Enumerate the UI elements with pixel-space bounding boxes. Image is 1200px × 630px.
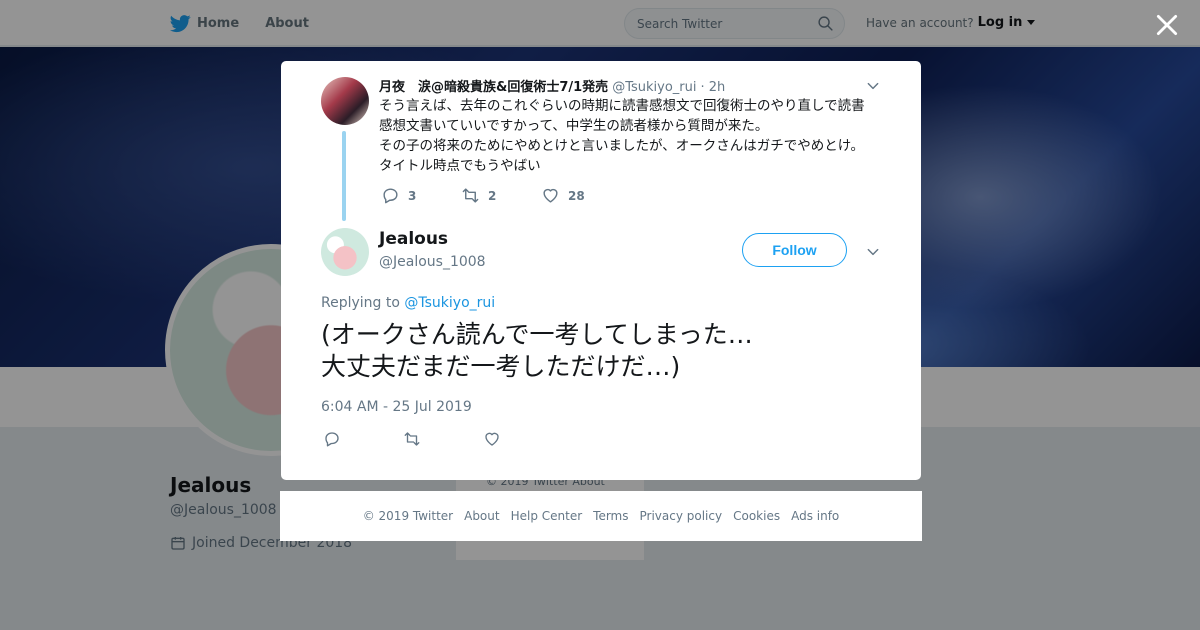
main-retweet-button[interactable] (403, 430, 483, 448)
main-tweet-actions (323, 430, 563, 448)
footer-about-link[interactable]: About (464, 509, 499, 523)
tweet-modal: 月夜 涙@暗殺貴族&回復術士7/1発売 @Tsukiyo_rui · 2h そう… (281, 61, 921, 480)
main-reply-button[interactable] (323, 430, 403, 448)
heart-icon (543, 188, 558, 203)
replying-mention-link[interactable]: @Tsukiyo_rui (404, 295, 495, 311)
parent-reply-count: 3 (408, 188, 417, 203)
follow-button[interactable]: Follow (742, 233, 847, 267)
parent-reply-button[interactable]: 3 (381, 186, 461, 205)
footer-privacy-link[interactable]: Privacy policy (640, 509, 723, 523)
reply-icon (325, 432, 339, 447)
parent-tweet-header: 月夜 涙@暗殺貴族&回復術士7/1発売 @Tsukiyo_rui · 2h (379, 76, 725, 95)
parent-tweet-menu[interactable] (866, 78, 880, 92)
main-tweet-timestamp[interactable]: 6:04 AM - 25 Jul 2019 (321, 399, 472, 415)
main-tweet-avatar[interactable] (321, 228, 369, 276)
close-icon[interactable] (1154, 12, 1180, 38)
main-author-name[interactable]: Jealous (379, 229, 448, 249)
close-button[interactable] (1154, 12, 1180, 38)
retweet-icon (462, 188, 479, 203)
reply-icon (383, 188, 398, 204)
main-tweet-menu[interactable] (866, 244, 880, 258)
footer-ads-link[interactable]: Ads info (791, 509, 839, 523)
parent-tweet-actions: 3 2 28 (381, 186, 621, 205)
parent-like-button[interactable]: 28 (541, 186, 621, 205)
parent-like-count: 28 (568, 188, 585, 203)
chevron-down-icon (867, 248, 879, 256)
retweet-icon (404, 432, 420, 446)
main-author-handle[interactable]: @Jealous_1008 (379, 254, 486, 270)
parent-author-handle[interactable]: @Tsukiyo_rui (612, 80, 696, 95)
replying-prefix: Replying to (321, 295, 400, 311)
replying-to-line: Replying to @Tsukiyo_rui (321, 295, 495, 311)
parent-tweet-text: そう言えば、去年のこれぐらいの時期に読書感想文で回復術士のやり直しで読書感想文書… (379, 96, 874, 176)
main-tweet-text: (オークさん読んで一考してしまった… 大丈夫だまだ一考しただけだ…) (321, 320, 753, 381)
footer-cookies-link[interactable]: Cookies (733, 509, 780, 523)
parent-retweet-button[interactable]: 2 (461, 186, 541, 205)
parent-author-name[interactable]: 月夜 涙@暗殺貴族&回復術士7/1発売 (379, 76, 608, 95)
footer-copyright: © 2019 Twitter (362, 509, 454, 523)
heart-icon (485, 432, 499, 446)
footer-terms-link[interactable]: Terms (593, 509, 628, 523)
thread-connector-line (342, 131, 346, 221)
parent-retweet-count: 2 (488, 188, 497, 203)
parent-tweet-body: そう言えば、去年のこれぐらいの時期に読書感想文で回復術士のやり直しで読書感想文書… (379, 98, 865, 174)
main-like-button[interactable] (483, 430, 563, 448)
parent-tweet-time[interactable]: · 2h (700, 80, 725, 95)
footer-help-link[interactable]: Help Center (511, 509, 583, 523)
chevron-down-icon (867, 82, 879, 90)
footer-bar: © 2019 Twitter About Help Center Terms P… (280, 491, 922, 541)
parent-tweet-avatar[interactable] (321, 77, 369, 125)
